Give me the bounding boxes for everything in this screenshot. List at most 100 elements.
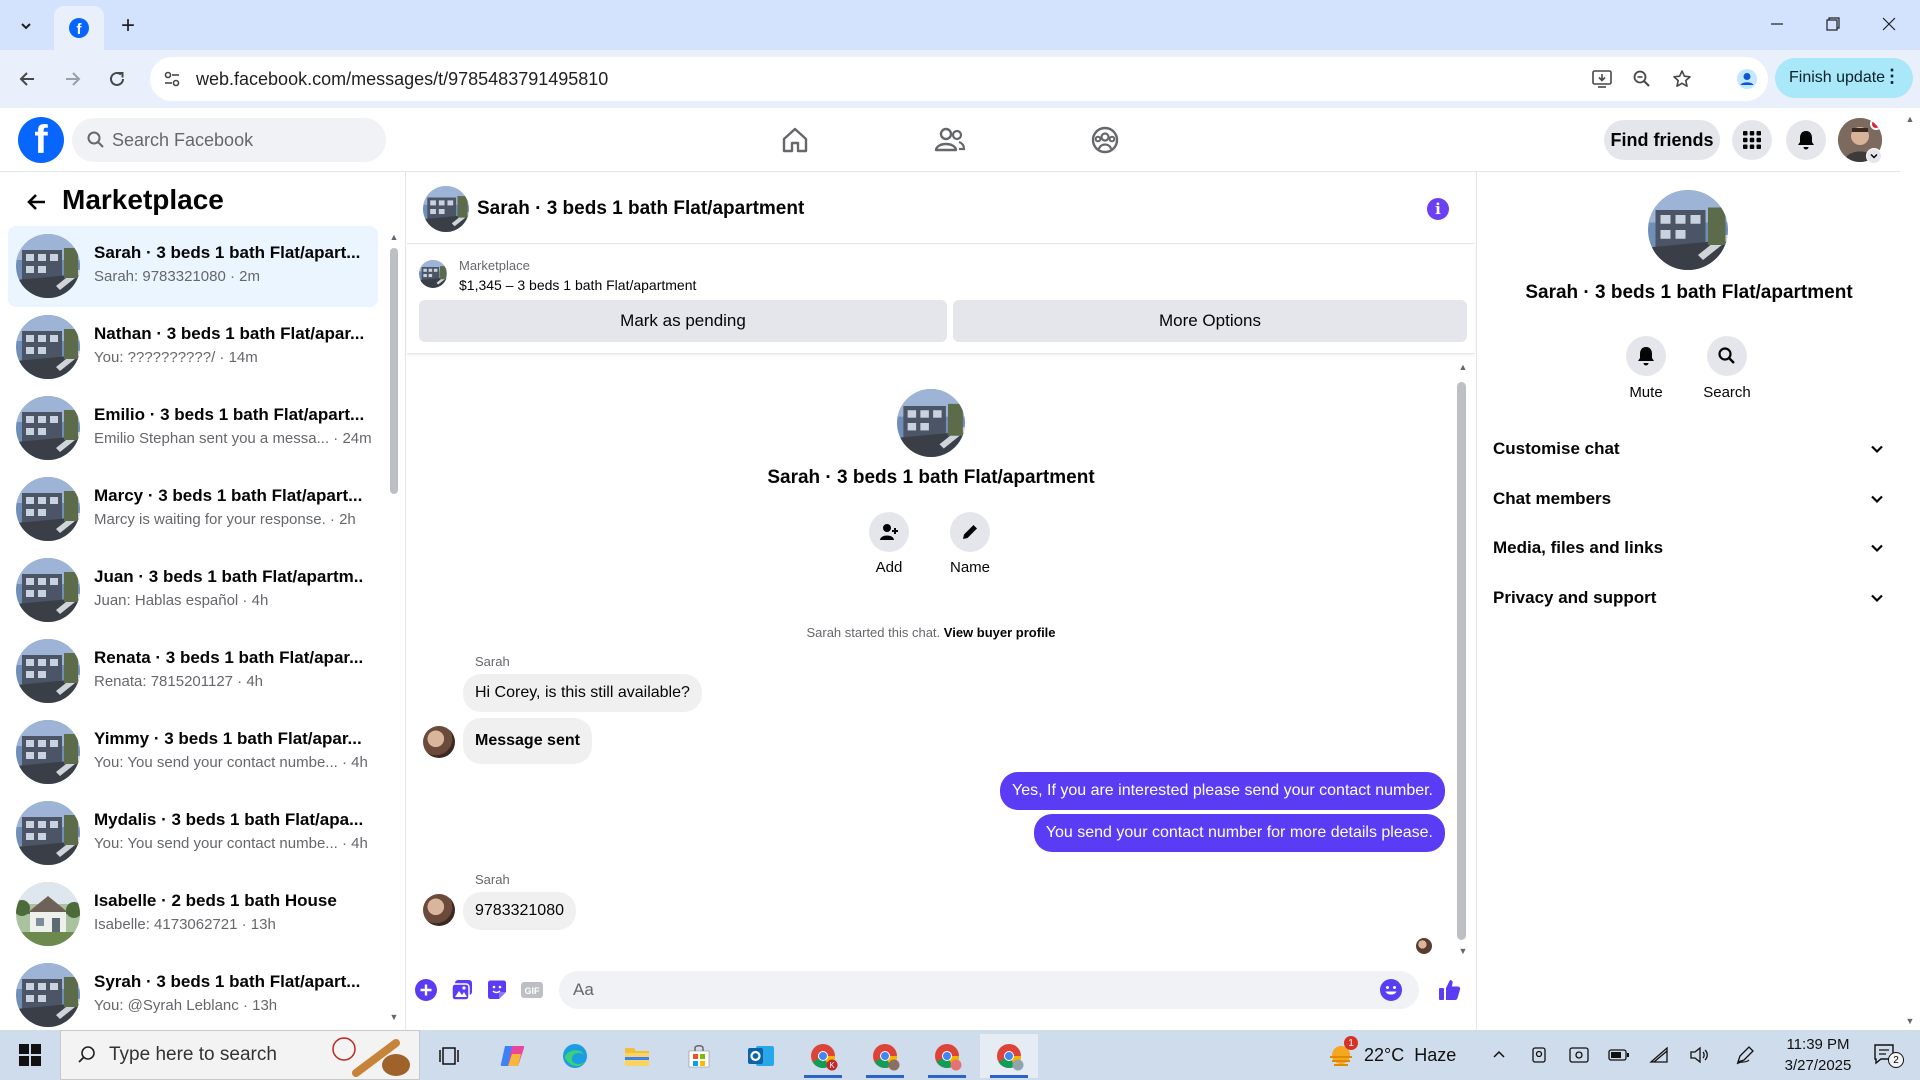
taskbar-search-input[interactable] <box>109 1031 329 1079</box>
finish-update-button[interactable]: Finish update ⋮ <box>1775 58 1913 98</box>
wifi-icon[interactable] <box>1646 1042 1672 1068</box>
back-arrow-icon[interactable] <box>20 186 52 218</box>
emoji-icon[interactable] <box>1379 978 1403 1002</box>
chat-info-avatar[interactable] <box>1648 190 1728 270</box>
close-window-icon[interactable] <box>1866 6 1912 42</box>
chrome-profile-2-icon[interactable] <box>856 1034 914 1078</box>
messages-scroll-down-icon[interactable]: ▼ <box>1457 946 1469 956</box>
messages-scrollbar[interactable] <box>1457 382 1466 940</box>
volume-icon[interactable] <box>1686 1042 1712 1068</box>
notification-center-icon[interactable]: 2 <box>1866 1040 1906 1070</box>
facebook-logo-icon[interactable]: f <box>18 117 64 163</box>
page-scroll-up-icon[interactable]: ▲ <box>1904 114 1916 124</box>
facebook-search[interactable] <box>72 118 386 162</box>
more-menu-icon[interactable]: ⋮ <box>1883 66 1901 87</box>
reload-icon[interactable] <box>100 62 134 96</box>
sender-avatar[interactable] <box>423 894 455 926</box>
conversation-avatar[interactable] <box>423 186 469 232</box>
message-bubble-outgoing[interactable]: Yes, If you are interested please send y… <box>1000 772 1445 810</box>
chat-list-item[interactable]: Juan · 3 beds 1 bath Flat/apartm... Juan:… <box>8 550 378 631</box>
sticker-icon[interactable] <box>484 977 510 1003</box>
info-icon[interactable]: i <box>1427 198 1449 220</box>
weather-widget[interactable]: 1 22°C Haze <box>1326 1036 1456 1070</box>
groups-icon[interactable] <box>1085 120 1125 160</box>
chrome-profile-4-icon[interactable] <box>980 1034 1038 1078</box>
notifications-bell-icon[interactable] <box>1786 120 1826 160</box>
browser-profile-icon[interactable] <box>1730 62 1764 96</box>
file-explorer-icon[interactable] <box>608 1034 666 1078</box>
forward-icon[interactable] <box>56 62 90 96</box>
scroll-down-arrow-icon[interactable]: ▼ <box>388 1012 400 1022</box>
outlook-icon[interactable] <box>732 1034 790 1078</box>
find-friends-button[interactable]: Find friends <box>1604 120 1720 160</box>
gif-icon[interactable]: GIF <box>519 977 545 1003</box>
zoom-icon[interactable] <box>1630 67 1654 91</box>
tab-facebook[interactable]: f <box>54 6 104 50</box>
site-info-icon[interactable] <box>162 69 182 89</box>
sender-avatar[interactable] <box>423 726 455 758</box>
battery-icon[interactable] <box>1606 1042 1632 1068</box>
listing-detail[interactable]: $1,345 – 3 beds 1 bath Flat/apartment <box>459 277 696 293</box>
search-in-chat-button[interactable]: Search <box>1692 336 1762 401</box>
system-clock[interactable]: 11:39 PM 3/27/2025 <box>1770 1034 1866 1076</box>
address-bar[interactable]: web.facebook.com/messages/t/978548379149… <box>150 57 1768 101</box>
attach-photo-icon[interactable] <box>449 977 475 1003</box>
privacy-support-section[interactable]: Privacy and support <box>1493 575 1885 621</box>
install-app-icon[interactable] <box>1590 67 1614 91</box>
more-actions-plus-icon[interactable] <box>413 977 439 1003</box>
chat-list-item[interactable]: Marcy · 3 beds 1 bath Flat/apart... Marcy… <box>8 469 378 550</box>
thumbs-up-icon[interactable] <box>1437 977 1463 1003</box>
minimize-icon[interactable] <box>1754 6 1800 42</box>
new-tab-plus-icon[interactable]: + <box>112 10 144 42</box>
chat-list-item[interactable]: Syrah · 3 beds 1 bath Flat/apart... You: … <box>8 955 378 1036</box>
url-text[interactable]: web.facebook.com/messages/t/978548379149… <box>196 69 608 90</box>
windows-start-icon[interactable] <box>10 1038 50 1072</box>
more-options-button[interactable]: More Options <box>953 300 1467 342</box>
messages-scroll-up-icon[interactable]: ▲ <box>1457 362 1469 372</box>
mark-as-pending-button[interactable]: Mark as pending <box>419 300 947 342</box>
name-chat-button[interactable]: Name <box>930 512 1010 576</box>
account-chevron-icon[interactable] <box>1866 148 1882 164</box>
menu-grid-icon[interactable] <box>1732 120 1772 160</box>
chat-list-item[interactable]: Isabelle · 2 beds 1 bath House Isabelle: … <box>8 874 378 955</box>
taskbar-search[interactable] <box>60 1030 420 1080</box>
media-files-links-section[interactable]: Media, files and links <box>1493 525 1885 571</box>
search-facebook-input[interactable] <box>112 118 372 162</box>
friends-icon[interactable] <box>930 120 970 160</box>
chat-list-item[interactable]: Mydalis · 3 beds 1 bath Flat/apa... You: … <box>8 793 378 874</box>
back-icon[interactable] <box>10 62 44 96</box>
conversation-title[interactable]: Sarah · 3 beds 1 bath Flat/apartment <box>477 198 804 220</box>
chat-list-item[interactable]: Nathan · 3 beds 1 bath Flat/apar... You: … <box>8 307 378 388</box>
pen-tray-icon[interactable] <box>1732 1042 1758 1068</box>
message-bubble-incoming[interactable]: Hi Corey, is this still available? <box>463 674 702 712</box>
chat-list-item[interactable]: Yimmy · 3 beds 1 bath Flat/apar... You: Y… <box>8 712 378 793</box>
chat-list-item[interactable]: Sarah · 3 beds 1 bath Flat/apart... Sarah… <box>8 226 378 307</box>
customise-chat-section[interactable]: Customise chat <box>1493 426 1885 472</box>
view-buyer-profile-link[interactable]: View buyer profile <box>944 625 1056 640</box>
chat-list-item[interactable]: Renata · 3 beds 1 bath Flat/apar... Renat… <box>8 631 378 712</box>
chat-members-section[interactable]: Chat members <box>1493 476 1885 522</box>
edge-browser-icon[interactable] <box>546 1034 604 1078</box>
chrome-profile-k-icon[interactable]: K <box>794 1034 852 1078</box>
chrome-profile-3-icon[interactable] <box>918 1034 976 1078</box>
tab-search-chevron-icon[interactable] <box>10 10 42 42</box>
add-people-button[interactable]: Add <box>849 512 929 576</box>
message-bubble-incoming[interactable]: Message sent <box>463 718 592 764</box>
task-view-icon[interactable] <box>420 1034 478 1078</box>
chat-list-scrollbar[interactable] <box>390 248 398 494</box>
home-icon[interactable] <box>775 120 815 160</box>
message-bubble-incoming[interactable]: 9783321080 <box>463 892 576 930</box>
mute-button[interactable]: Mute <box>1611 336 1681 401</box>
copilot-icon[interactable] <box>484 1034 542 1078</box>
device-tray-icon[interactable] <box>1566 1042 1592 1068</box>
message-bubble-outgoing[interactable]: You send your contact number for more de… <box>1033 814 1445 852</box>
restore-icon[interactable] <box>1810 6 1856 42</box>
page-scroll-down-icon[interactable]: ▼ <box>1904 1016 1916 1026</box>
chat-list-item[interactable]: Emilio · 3 beds 1 bath Flat/apart... Emil… <box>8 388 378 469</box>
microsoft-store-icon[interactable] <box>670 1034 728 1078</box>
camera-tray-icon[interactable] <box>1526 1042 1552 1068</box>
show-hidden-icons-chevron-icon[interactable] <box>1486 1042 1512 1068</box>
page-scrollbar[interactable]: ▲ ▼ <box>1900 108 1920 1030</box>
listing-thumbnail[interactable] <box>419 260 447 288</box>
scroll-up-arrow-icon[interactable]: ▲ <box>388 232 400 242</box>
